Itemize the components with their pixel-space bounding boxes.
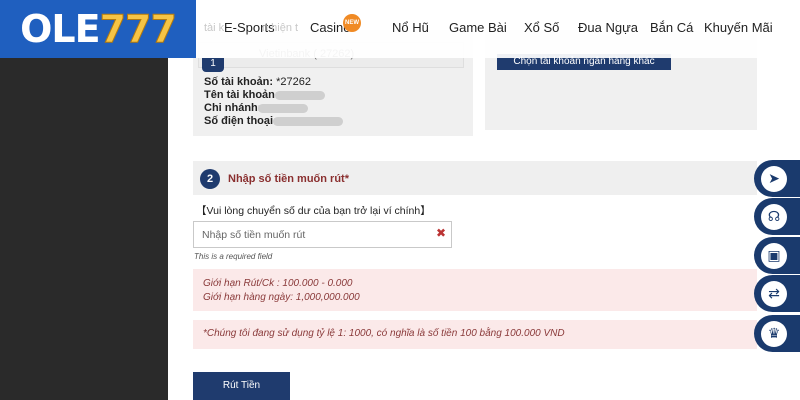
wallet-button[interactable]: ▣: [754, 237, 800, 274]
required-field-hint: This is a required field: [194, 252, 273, 261]
nav-dua-ngua[interactable]: Đua Ngựa: [578, 20, 638, 35]
clear-input-icon[interactable]: ✖: [436, 226, 446, 240]
account-holder-label: Tên tài khoản:: [204, 89, 279, 101]
per-transaction-limit: Giới hạn Rút/Ck : 100.000 - 0.000: [203, 278, 353, 289]
account-number-row: Số tài khoản: *27262: [204, 76, 311, 88]
withdraw-submit-button[interactable]: Rút Tiền: [193, 372, 290, 400]
transfer-button[interactable]: ⇄: [754, 275, 800, 312]
transfer-back-note: 【Vui lòng chuyển số dư của bạn trở lại v…: [196, 205, 431, 217]
faded-heading-fragment: tài k: [204, 22, 225, 34]
logo-text-ole: OLE: [20, 7, 100, 51]
masked-phone: [273, 117, 343, 126]
transfer-icon: ⇄: [761, 280, 787, 307]
masked-branch: [258, 104, 308, 113]
wallet-icon: ▣: [761, 242, 787, 269]
telegram-icon: ➤: [761, 165, 787, 192]
branch-label: Chi nhánh:: [204, 102, 262, 114]
phone-label: Số điện thoại:: [204, 115, 277, 127]
nav-game-bai[interactable]: Game Bài: [449, 20, 507, 35]
telegram-button[interactable]: ➤: [754, 160, 800, 197]
nav-no-hu[interactable]: Nổ Hũ: [392, 20, 429, 35]
support-button[interactable]: ☊: [754, 198, 800, 235]
step-1-badge: 1: [202, 58, 224, 72]
nav-xo-so[interactable]: Xổ Số: [524, 20, 559, 35]
vip-button[interactable]: ♛: [754, 315, 800, 352]
step-2-title: Nhập số tiền muốn rút*: [228, 173, 349, 185]
account-number-label: Số tài khoản:: [204, 76, 274, 88]
faded-heading-fragment-2: n hiện t: [262, 22, 299, 34]
account-number-value: *27262: [273, 76, 311, 88]
ole777-logo[interactable]: OLE 777: [0, 0, 196, 58]
nav-khuyen-mai[interactable]: Khuyến Mãi: [704, 20, 773, 35]
masked-holder-name: [275, 91, 325, 100]
limits-alert: [193, 269, 757, 311]
nav-ban-ca[interactable]: Bắn Cá: [650, 20, 693, 35]
crown-icon: ♛: [761, 320, 787, 347]
left-dark-panel: [0, 0, 168, 400]
daily-limit: Giới hạn hàng ngày: 1,000,000.000: [203, 292, 360, 303]
new-badge-icon: NEW: [343, 14, 361, 32]
exchange-rate-note: *Chúng tôi đang sử dụng tỷ lệ 1: 1000, c…: [203, 328, 565, 339]
withdraw-amount-input[interactable]: Nhập số tiền muốn rút: [193, 221, 452, 248]
logo-text-777: 777: [99, 7, 177, 52]
headset-icon: ☊: [761, 203, 787, 230]
top-navigation: OLE 777 tài k n hiện t E-Sports Casino NE…: [0, 0, 800, 58]
step-2-badge: 2: [200, 169, 220, 189]
